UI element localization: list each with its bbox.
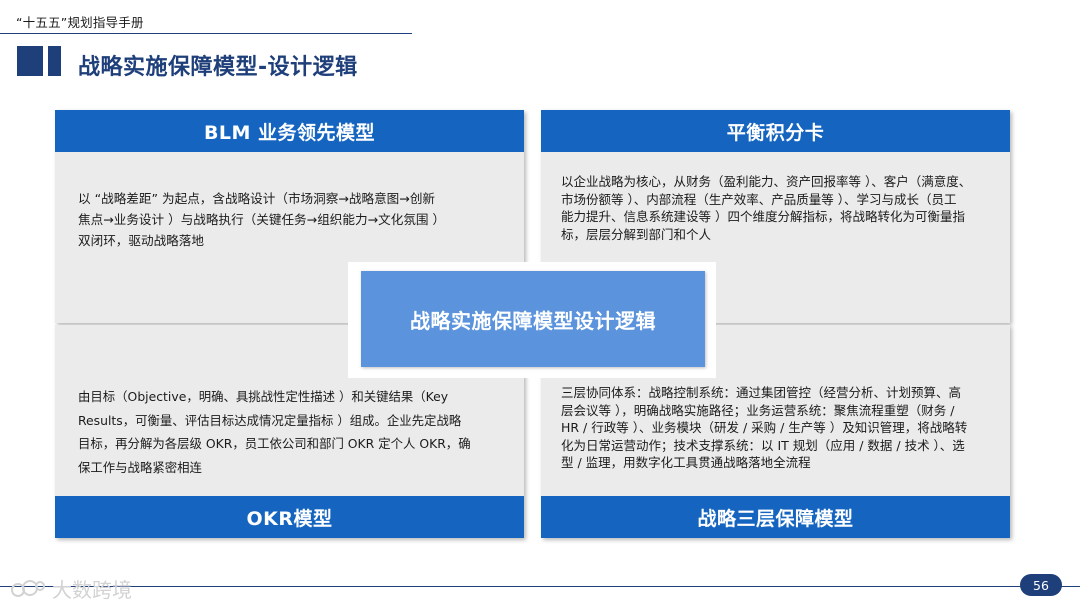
document-header: “十五五”规划指导手册 bbox=[16, 15, 144, 30]
text-line: Results，可衡量、评估目标达成情况定量指标 ）组成。企业先定战略 bbox=[78, 412, 462, 428]
text-line: 以企业战略为核心，从财务（盈利能力、资产回报率等 ）、客户（满意度、 bbox=[561, 174, 972, 189]
center-label: 战略实施保障模型设计逻辑 bbox=[361, 271, 705, 367]
title-marker-large bbox=[17, 46, 43, 76]
text-line: 由目标（Objective，明确、具挑战性定性描述 ）和关键结果（Key bbox=[78, 389, 449, 404]
quadrant-description: 以 “战略差距” 为起点，含战略设计（市场洞察→战略意图→创新 焦点→业务设计 … bbox=[78, 188, 488, 251]
slide-title: 战略实施保障模型-设计逻辑 bbox=[78, 55, 358, 80]
footer-divider bbox=[0, 586, 1080, 587]
quadrant-description: 以企业战略为核心，从财务（盈利能力、资产回报率等 ）、客户（满意度、 市场份额等… bbox=[561, 173, 991, 243]
quadrant-heading: 战略三层保障模型 bbox=[541, 496, 1010, 538]
quadrant-heading: 平衡积分卡 bbox=[541, 110, 1010, 152]
watermark-text: 大数跨境 bbox=[52, 578, 132, 602]
watermark: 大数跨境 bbox=[10, 574, 132, 603]
text-line: 以 “战略差距” 为起点，含战略设计（市场洞察→战略意图→创新 bbox=[78, 191, 436, 206]
quadrant-description: 由目标（Objective，明确、具挑战性定性描述 ）和关键结果（Key Res… bbox=[78, 385, 498, 479]
quadrant-heading: BLM 业务领先模型 bbox=[55, 110, 524, 152]
text-line: 型 / 监理，用数字化工具贯通战略落地全流程 bbox=[561, 455, 811, 470]
text-line: 能力提升、信息系统建设等 ）四个维度分解指标，将战略转化为可衡量指 bbox=[561, 209, 965, 224]
text-line: 层会议等 ），明确战略实施路径；业务运营系统：聚焦流程重塑（财务 / bbox=[561, 402, 955, 418]
quadrant-description: 三层协同体系：战略控制系统：通过集团管控（经营分析、计划预算、高 层会议等 ），… bbox=[561, 384, 999, 472]
title-marker-small bbox=[48, 46, 61, 76]
quadrant-heading: OKR模型 bbox=[55, 496, 524, 538]
page-number: 56 bbox=[1020, 574, 1062, 596]
text-line: HR / 行政等 ）、业务模块（研发 / 采购 / 生产等 ）及知识管理，将战略… bbox=[561, 420, 968, 435]
header-divider bbox=[0, 33, 412, 34]
text-line: 目标，再分解为各层级 OKR，员工依公司和部门 OKR 定个人 OKR，确 bbox=[78, 436, 471, 451]
text-line: 保工作与战略紧密相连 bbox=[78, 459, 202, 475]
watermark-logo-icon bbox=[11, 579, 45, 597]
text-line: 标，层层分解到部门和个人 bbox=[561, 226, 712, 242]
text-line: 焦点→业务设计 ）与战略执行（关键任务→组织能力→文化氛围 ） bbox=[78, 212, 446, 227]
text-line: 市场份额等 ）、内部流程（生产效率、产品质量等 ）、学习与成长（员工 bbox=[561, 191, 957, 207]
text-line: 三层协同体系：战略控制系统：通过集团管控（经营分析、计划预算、高 bbox=[561, 385, 962, 400]
text-line: 化为日常运营动作；技术支撑系统：以 IT 规划（应用 / 数据 / 技术 ）、选 bbox=[561, 437, 965, 453]
text-line: 双闭环，驱动战略落地 bbox=[78, 233, 204, 248]
